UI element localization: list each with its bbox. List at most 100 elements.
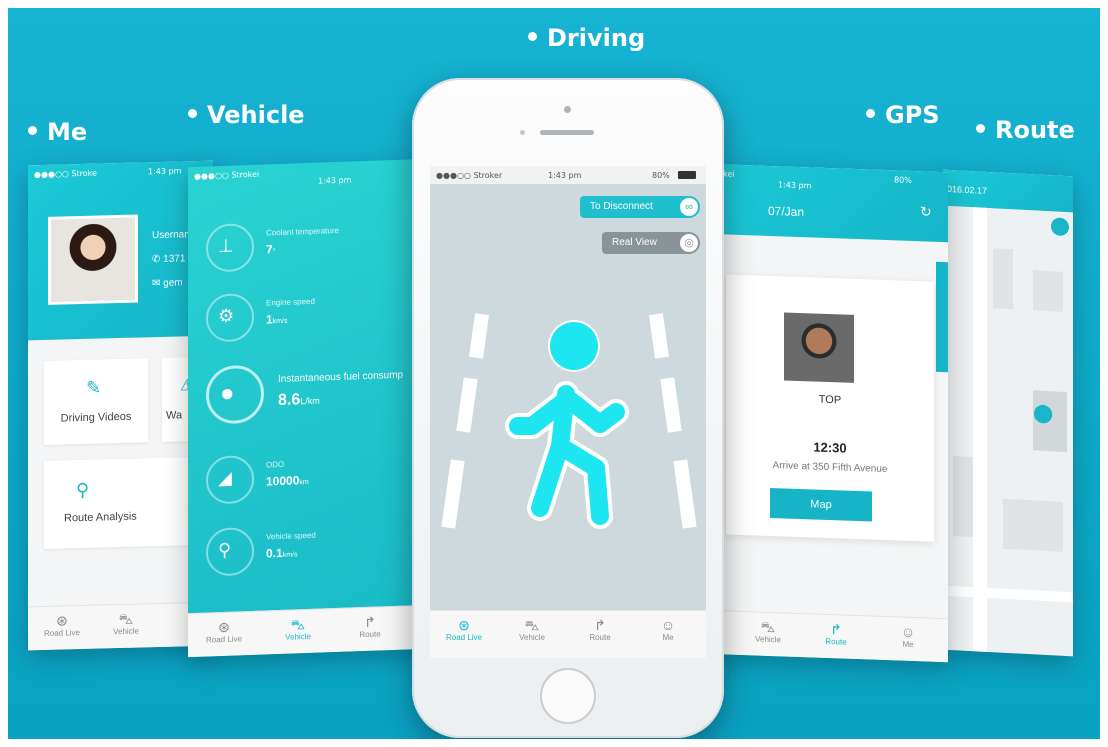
mail-icon: ✉ (152, 277, 164, 290)
route-arrow-icon: ↱ (364, 613, 376, 631)
metric-name: Vehicle speed (266, 530, 316, 542)
lane-marking (673, 459, 697, 529)
map-badge-icon (1051, 217, 1069, 237)
driving-screen: ●●●○○ Stroker 1:43 pm 80% To Disconnect … (430, 166, 706, 658)
tab-label: Road Live (445, 633, 483, 642)
label-me: Me (28, 118, 87, 146)
metric-unit: L/km (300, 395, 320, 407)
metric-value: 0.1 (266, 545, 283, 561)
clock-text: 1:43 pm (148, 166, 182, 177)
map-block (1033, 270, 1063, 312)
label-vehicle: Vehicle (188, 101, 305, 129)
arrival-address: Arrive at 350 Fifth Avenue (772, 460, 888, 476)
disconnect-button[interactable]: To Disconnect ∞ (580, 196, 700, 218)
tab-label: Route (359, 629, 381, 640)
tab-vehicle[interactable]: ⛍ Vehicle (96, 610, 156, 637)
tab-label: Route (589, 633, 611, 642)
tab-road-live[interactable]: ⊛ Road Live (194, 618, 254, 645)
phone-number: 1371 (163, 253, 186, 265)
carrier-text: ●●●○○ Strokei (194, 169, 260, 181)
metric-unit: km/s (282, 551, 298, 559)
metric-name: Instantaneous fuel consump (278, 369, 404, 386)
gauge-ring (206, 364, 264, 425)
tab-route[interactable]: ↱ Route (570, 617, 630, 642)
real-view-button[interactable]: Real View ◎ (602, 232, 700, 254)
engine-icon: ⚙ (218, 305, 235, 327)
tab-route[interactable]: ↱ Route (806, 620, 866, 647)
profile-header: ●●●○○ Stroke 1:43 pm Usernam ✆ 1371 ✉ ge… (28, 160, 213, 341)
tab-label: Me (662, 633, 674, 642)
label-driving: Driving (528, 24, 645, 52)
label-vehicle-text: Vehicle (207, 101, 305, 129)
thermometer-icon: ⊥ (218, 235, 234, 257)
email-row: ✉ gem (152, 271, 193, 296)
tab-label: Vehicle (519, 633, 545, 642)
home-button[interactable] (540, 668, 596, 724)
driving-videos-card[interactable]: ✎ Driving Videos (44, 358, 148, 446)
route-arrow-icon: ↱ (830, 621, 842, 638)
metric-value-row: 1km/s (266, 312, 288, 327)
metric-value-row: 0.1km/s (266, 545, 298, 561)
battery-icon (678, 171, 696, 179)
steering-wheel-icon: ⊛ (218, 618, 230, 636)
lane-marking (456, 377, 478, 433)
driver-rank: TOP (818, 393, 842, 407)
speedometer-icon: ⚲ (218, 539, 232, 561)
driver-photo (784, 312, 854, 383)
car-icon: ⛍ (760, 618, 776, 636)
lane-marking (441, 459, 465, 529)
route-arrow-icon: ↱ (594, 617, 606, 633)
refresh-icon[interactable]: ↻ (920, 203, 932, 220)
label-driving-text: Driving (547, 24, 646, 52)
lane-marking (469, 313, 489, 359)
label-gps: GPS (866, 101, 940, 129)
tab-bar: ⊛ Road Live ⛍ Vehicle ↱ Route ☺ Me (430, 610, 706, 658)
tab-road-live[interactable]: ⊛ Road Live (434, 617, 494, 642)
driving-videos-label: Driving Videos (60, 410, 132, 425)
car-icon: ⛍ (118, 610, 134, 628)
phone-row: ✆ 1371 (152, 247, 193, 272)
metric-name: Engine speed (266, 296, 315, 308)
tab-bar: ive ⛍Vehicle ↱Route ☺Me (708, 609, 948, 663)
email-text: gem (163, 277, 183, 289)
tab-label: Road Live (205, 634, 243, 645)
carrier-text: ●●●○○ Stroke (34, 168, 97, 180)
camera-dot (564, 106, 571, 113)
phone-icon: ✆ (152, 253, 164, 266)
tab-vehicle[interactable]: ⛍ Vehicle (502, 617, 562, 642)
tab-me[interactable]: ☺ Me (878, 623, 938, 650)
side-accent (936, 261, 948, 373)
map-button[interactable]: Map (770, 487, 872, 522)
metric-value: 10000 (266, 473, 300, 489)
route-map[interactable]: ⬤ (943, 206, 1073, 657)
metric-name: Coolant temperature (266, 225, 339, 238)
clock-text: 1:43 pm (548, 171, 582, 180)
tab-bar: ⊛ Road Live ⛍ Vehicle ↱ Route (188, 604, 428, 658)
tab-route[interactable]: ↱ Route (340, 613, 400, 640)
app-showcase: Me Vehicle Driving GPS Route ●●●○○ Strok… (8, 8, 1100, 739)
status-bar: ●●●○○ Stroker 1:43 pm 80% (430, 166, 706, 184)
username: Usernam (152, 229, 193, 242)
metric-unit: km/s (272, 317, 288, 326)
carrier-text: ●●●○○ Stroker (436, 171, 503, 180)
label-route: Route (976, 116, 1075, 144)
location-pin-icon: ⬤ (1033, 402, 1054, 424)
tab-road-live[interactable]: ⊛ Road Live (32, 612, 92, 639)
pen-icon: ✎ (86, 377, 102, 398)
tab-label: Vehicle (285, 631, 311, 642)
status-bar: ●●●○○ Strokei 1:43 pm (188, 159, 428, 186)
metric-value: 1 (266, 312, 273, 327)
avatar[interactable] (48, 214, 138, 305)
road-horizontal (943, 585, 1073, 603)
tab-vehicle[interactable]: ⛍ Vehicle (268, 615, 328, 642)
label-gps-text: GPS (885, 101, 940, 129)
tab-vehicle[interactable]: ⛍ Vehicle (738, 618, 798, 645)
steering-wheel-icon: ⊛ (458, 617, 470, 633)
tab-label: Road Live (43, 628, 81, 639)
disconnect-label: To Disconnect (590, 201, 653, 212)
metric-unit: ° (272, 248, 276, 256)
metric-value: 7 (266, 242, 273, 257)
tab-me[interactable]: ☺ Me (638, 617, 698, 642)
lane-marking (649, 313, 669, 359)
status-bar: ●●●○○ Stroke 1:43 pm (28, 161, 213, 184)
